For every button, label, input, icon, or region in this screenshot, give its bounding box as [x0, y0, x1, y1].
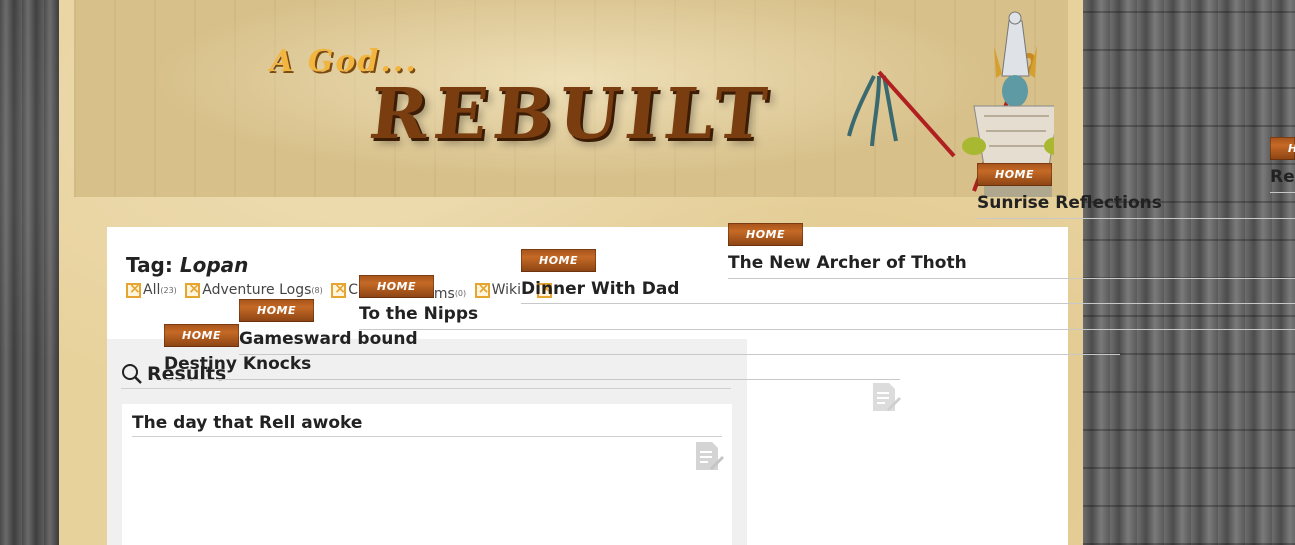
result-card[interactable]: The day that Rell awoke	[122, 404, 732, 545]
site-banner[interactable]: A God... REBUILT	[74, 0, 1068, 197]
site-title: REBUILT	[365, 72, 777, 155]
filter-count: (23)	[160, 285, 177, 295]
result-title[interactable]: The day that Rell awoke	[132, 413, 722, 437]
home-badge[interactable]: HOME	[521, 249, 596, 272]
filter-checkbox-icon[interactable]	[474, 281, 490, 298]
filter-label: Adventure Logs	[202, 282, 312, 298]
home-badge[interactable]: HOME	[239, 299, 314, 322]
post-title[interactable]: Sunrise Reflections	[977, 193, 1162, 213]
filter-adventure-logs[interactable]: Adventure Logs(8)	[185, 281, 323, 298]
search-icon	[122, 364, 142, 384]
post-title[interactable]: To the Nipps	[359, 304, 478, 324]
post-title[interactable]: Destiny Knocks	[164, 354, 311, 374]
filter-label: Wiki	[491, 282, 522, 298]
home-badge[interactable]: HOME	[977, 163, 1052, 186]
divider	[239, 354, 1120, 355]
filter-count: (0)	[454, 289, 467, 298]
filter-wiki[interactable]: Wiki	[474, 281, 522, 298]
filter-all[interactable]: All(23)	[126, 281, 177, 298]
note-icon	[696, 442, 724, 470]
filter-bar: All(23) Adventure Logs(8) Char Items(0) …	[126, 281, 558, 302]
home-badge[interactable]: HOME	[164, 324, 239, 347]
tag-name: Lopan	[179, 253, 249, 277]
divider	[728, 278, 1295, 279]
page-title: Tag: Lopan	[126, 253, 248, 277]
divider	[164, 379, 900, 380]
filter-checkbox-icon[interactable]	[331, 281, 347, 298]
filter-count: (8)	[311, 285, 323, 295]
home-badge[interactable]: HOME	[728, 223, 803, 246]
post-title[interactable]: Gamesward bound	[239, 329, 418, 349]
divider	[359, 329, 1295, 330]
divider	[977, 218, 1295, 219]
hieroglyph-wall	[1083, 0, 1295, 545]
home-badge[interactable]: HOME	[359, 275, 434, 298]
tag-prefix: Tag:	[126, 253, 173, 277]
filter-checkbox-icon[interactable]	[126, 281, 141, 298]
divider	[1270, 192, 1295, 193]
home-badge[interactable]: H	[1270, 137, 1295, 160]
post-title[interactable]: The New Archer of Thoth	[728, 253, 967, 273]
note-icon	[873, 383, 901, 411]
post-title[interactable]: Re	[1270, 167, 1295, 187]
filter-checkbox-icon[interactable]	[185, 281, 201, 298]
divider	[521, 303, 1295, 304]
filter-label: All	[143, 282, 161, 298]
post-title[interactable]: Dinner With Dad	[521, 279, 679, 299]
